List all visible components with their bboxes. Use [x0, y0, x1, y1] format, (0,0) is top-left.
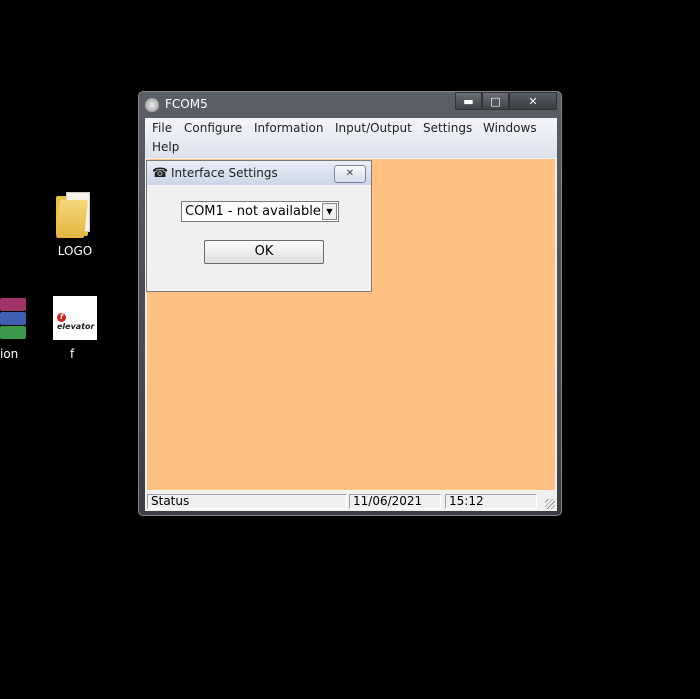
menu-information[interactable]: Information	[254, 121, 323, 135]
folder-icon[interactable]	[56, 192, 92, 238]
archive-icon[interactable]	[0, 298, 26, 340]
desktop-icon-f-label[interactable]: f	[70, 347, 74, 361]
status-bar: Status 11/06/2021 15:12	[145, 492, 557, 511]
status-text: Status	[147, 494, 347, 509]
ok-button[interactable]: OK	[204, 240, 324, 264]
menu-configure[interactable]: Configure	[184, 121, 242, 135]
menu-help[interactable]: Help	[152, 140, 179, 154]
menu-windows[interactable]: Windows	[483, 121, 537, 135]
title-bar[interactable]: FCOM5 ▬ □ ✕	[139, 92, 561, 118]
desktop-icon-label: LOGO	[57, 244, 93, 258]
desktop-icon-logo-label[interactable]: LOGO	[48, 244, 102, 258]
menu-settings[interactable]: Settings	[423, 121, 472, 135]
dialog-title-bar[interactable]: ☎ Interface Settings ✕	[147, 161, 371, 185]
elevator-app-icon[interactable]: felevator	[53, 296, 97, 340]
desktop-icon-label: f	[70, 347, 75, 361]
interface-settings-dialog: ☎ Interface Settings ✕ COM1 - not availa…	[146, 160, 372, 292]
status-time: 15:12	[445, 494, 537, 509]
window-title: FCOM5	[165, 97, 208, 111]
close-button[interactable]: ✕	[509, 92, 557, 110]
dialog-close-button[interactable]: ✕	[334, 165, 366, 183]
menu-input-output[interactable]: Input/Output	[335, 121, 412, 135]
minimize-button[interactable]: ▬	[455, 92, 482, 110]
status-date: 11/06/2021	[349, 494, 441, 509]
dialog-title: Interface Settings	[171, 166, 278, 180]
maximize-button[interactable]: □	[482, 92, 509, 110]
phone-icon: ☎	[152, 166, 169, 181]
menu-file[interactable]: File	[152, 121, 172, 135]
com-port-select[interactable]: COM1 - not available ▼	[181, 201, 339, 222]
menu-bar: File Configure Information Input/Output …	[145, 118, 557, 158]
elevator-logo: felevator	[57, 313, 95, 331]
app-icon[interactable]	[145, 98, 159, 112]
com-port-value: COM1 - not available	[185, 204, 321, 219]
fcom5-window: FCOM5 ▬ □ ✕ File Configure Information I…	[138, 91, 562, 516]
resize-grip[interactable]	[545, 499, 555, 509]
desktop-icon-archive-label[interactable]: ion	[0, 347, 18, 361]
chevron-down-icon[interactable]: ▼	[322, 203, 337, 220]
desktop-icon-label: ion	[0, 347, 19, 361]
